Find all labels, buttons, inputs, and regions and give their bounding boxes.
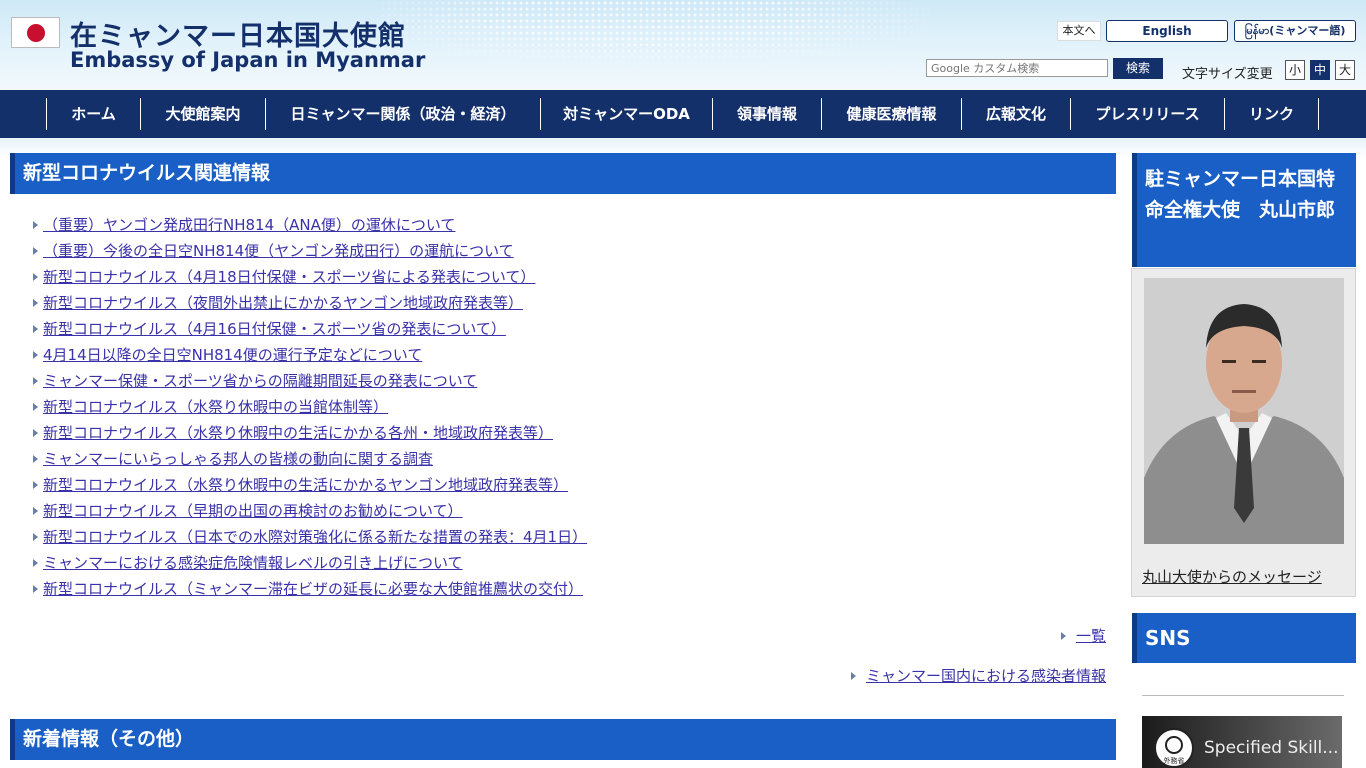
list-item: 新型コロナウイルス（4月18日付保健・スポーツ省による発表について） (30, 264, 1110, 290)
list-item: ミャンマーにおける感染症危険情報レベルの引き上げについて (30, 550, 1110, 576)
news-link[interactable]: 新型コロナウイルス（水祭り休暇中の当館体制等） (43, 398, 388, 416)
list-item: 新型コロナウイルス（日本での水際対策強化に係る新たな措置の発表：4月1日） (30, 524, 1110, 550)
news-link[interactable]: 4月14日以降の全日空NH814便の運行予定などについて (43, 346, 422, 364)
japan-flag-icon (11, 17, 60, 48)
nav-item-press[interactable]: プレスリリース (1070, 98, 1224, 130)
arrow-icon (850, 672, 856, 680)
news-link[interactable]: ミャンマーにいらっしゃる邦人の皆様の動向に関する調査 (43, 450, 433, 468)
ambassador-portrait-image (1144, 278, 1344, 544)
nav-item-health[interactable]: 健康医療情報 (821, 98, 961, 130)
font-size-small-button[interactable]: 小 (1285, 60, 1305, 80)
covid-section-heading: 新型コロナウイルス関連情報 (10, 153, 1116, 194)
arrow-icon (33, 429, 38, 437)
nav-item-links[interactable]: リンク (1224, 98, 1319, 130)
nav-item-culture[interactable]: 広報文化 (961, 98, 1070, 130)
news-link[interactable]: 新型コロナウイルス（早期の出国の再検討のお勧めについて） (43, 502, 463, 520)
list-all-link[interactable]: 一覧 (1076, 627, 1106, 645)
myanmar-language-button[interactable]: မြန်မာ(ミャンマー語) (1234, 20, 1356, 42)
arrow-icon (1060, 632, 1066, 640)
site-header: 在ミャンマー日本国大使館 Embassy of Japan in Myanmar… (0, 0, 1366, 90)
news-link[interactable]: 新型コロナウイルス（4月16日付保健・スポーツ省の発表について） (43, 320, 506, 338)
main-navigation: ホーム 大使館案内 日ミャンマー関係（政治・経済） 対ミャンマーODA 領事情報… (0, 90, 1366, 138)
list-all-link-wrapper: 一覧 (1060, 625, 1106, 646)
list-item: 新型コロナウイルス（早期の出国の再検討のお勧めについて） (30, 498, 1110, 524)
arrow-icon (33, 585, 38, 593)
list-item: ミャンマー保健・スポーツ省からの隔離期間延長の発表について (30, 368, 1110, 394)
arrow-icon (33, 455, 38, 463)
arrow-icon (33, 559, 38, 567)
list-item: 新型コロナウイルス（水祭り休暇中の生活にかかる各州・地域政府発表等） (30, 420, 1110, 446)
font-size-medium-button[interactable]: 中 (1310, 60, 1330, 80)
news-link[interactable]: 新型コロナウイルス（夜間外出禁止にかかるヤンゴン地域政府発表等） (43, 294, 523, 312)
logo-emblem (1165, 736, 1183, 754)
ambassador-message-link[interactable]: 丸山大使からのメッセージ (1142, 568, 1322, 586)
nav-item-consular[interactable]: 領事情報 (712, 98, 821, 130)
news-link[interactable]: 新型コロナウイルス（水祭り休暇中の生活にかかるヤンゴン地域政府発表等） (43, 476, 568, 494)
nav-item-home[interactable]: ホーム (46, 98, 140, 130)
news-link[interactable]: 新型コロナウイルス（日本での水際対策強化に係る新たな措置の発表：4月1日） (43, 528, 587, 546)
list-item: 新型コロナウイルス（水祭り休暇中の生活にかかるヤンゴン地域政府発表等） (30, 472, 1110, 498)
ambassador-box: 丸山大使からのメッセージ (1131, 268, 1356, 597)
arrow-icon (33, 299, 38, 307)
arrow-icon (33, 403, 38, 411)
font-size-large-button[interactable]: 大 (1335, 60, 1355, 80)
news-link[interactable]: 新型コロナウイルス（水祭り休暇中の生活にかかる各州・地域政府発表等） (43, 424, 553, 442)
nav-item-relations[interactable]: 日ミャンマー関係（政治・経済） (265, 98, 540, 130)
english-language-button[interactable]: English (1106, 20, 1228, 42)
search-button[interactable]: 検索 (1113, 58, 1163, 79)
news-link[interactable]: 新型コロナウイルス（ミャンマー滞在ビザの延長に必要な大使館推薦状の交付） (43, 580, 583, 598)
arrow-icon (33, 247, 38, 255)
covid-news-list: （重要）ヤンゴン発成田行NH814（ANA便）の運休について （重要）今後の全日… (30, 212, 1110, 602)
list-item: ミャンマーにいらっしゃる邦人の皆様の動向に関する調査 (30, 446, 1110, 472)
arrow-icon (33, 533, 38, 541)
arrow-icon (33, 481, 38, 489)
list-item: 新型コロナウイルス（夜間外出禁止にかかるヤンゴン地域政府発表等） (30, 290, 1110, 316)
nav-item-embassy-info[interactable]: 大使館案内 (140, 98, 265, 130)
arrow-icon (33, 351, 38, 359)
arrow-icon (33, 325, 38, 333)
infection-info-link[interactable]: ミャンマー国内における感染者情報 (866, 667, 1106, 685)
news-link[interactable]: ミャンマーにおける感染症危険情報レベルの引き上げについて (43, 554, 463, 572)
nav-item-oda[interactable]: 対ミャンマーODA (540, 98, 712, 130)
news-link[interactable]: ミャンマー保健・スポーツ省からの隔離期間延長の発表について (43, 372, 477, 390)
list-item: （重要）今後の全日空NH814便（ヤンゴン発成田行）の運航について (30, 238, 1110, 264)
ambassador-heading: 駐ミャンマー日本国特命全権大使 丸山市郎 (1132, 153, 1356, 267)
sns-divider (1142, 695, 1344, 696)
site-title-english[interactable]: Embassy of Japan in Myanmar (70, 48, 425, 72)
sns-heading: SNS (1132, 613, 1356, 663)
list-item: （重要）ヤンゴン発成田行NH814（ANA便）の運休について (30, 212, 1110, 238)
logo-label: 外務省 (1163, 757, 1185, 765)
ambassador-photo[interactable] (1144, 278, 1344, 544)
ambassador-message-link-wrapper: 丸山大使からのメッセージ (1142, 566, 1322, 587)
arrow-icon (33, 273, 38, 281)
news-other-section-heading: 新着情報（その他） (10, 719, 1116, 760)
search-input[interactable] (926, 59, 1108, 77)
news-link[interactable]: （重要）ヤンゴン発成田行NH814（ANA便）の運休について (43, 216, 455, 234)
news-link[interactable]: （重要）今後の全日空NH814便（ヤンゴン発成田行）の運航について (43, 242, 514, 260)
font-size-label: 文字サイズ変更 (1182, 67, 1273, 82)
arrow-icon (33, 221, 38, 229)
skip-to-content-button[interactable]: 本文へ (1057, 21, 1101, 41)
list-item: 新型コロナウイルス（ミャンマー滞在ビザの延長に必要な大使館推薦状の交付） (30, 576, 1110, 602)
video-thumbnail[interactable]: 外務省 Specified Skill... (1142, 716, 1342, 768)
news-link[interactable]: 新型コロナウイルス（4月18日付保健・スポーツ省による発表について） (43, 268, 535, 286)
mofa-logo-icon: 外務省 (1154, 728, 1194, 768)
video-title: Specified Skill... (1204, 738, 1339, 758)
flag-sun (27, 24, 45, 42)
list-item: 新型コロナウイルス（水祭り休暇中の当館体制等） (30, 394, 1110, 420)
list-item: 4月14日以降の全日空NH814便の運行予定などについて (30, 342, 1110, 368)
arrow-icon (33, 377, 38, 385)
arrow-icon (33, 507, 38, 515)
list-item: 新型コロナウイルス（4月16日付保健・スポーツ省の発表について） (30, 316, 1110, 342)
infection-info-link-wrapper: ミャンマー国内における感染者情報 (850, 665, 1106, 686)
